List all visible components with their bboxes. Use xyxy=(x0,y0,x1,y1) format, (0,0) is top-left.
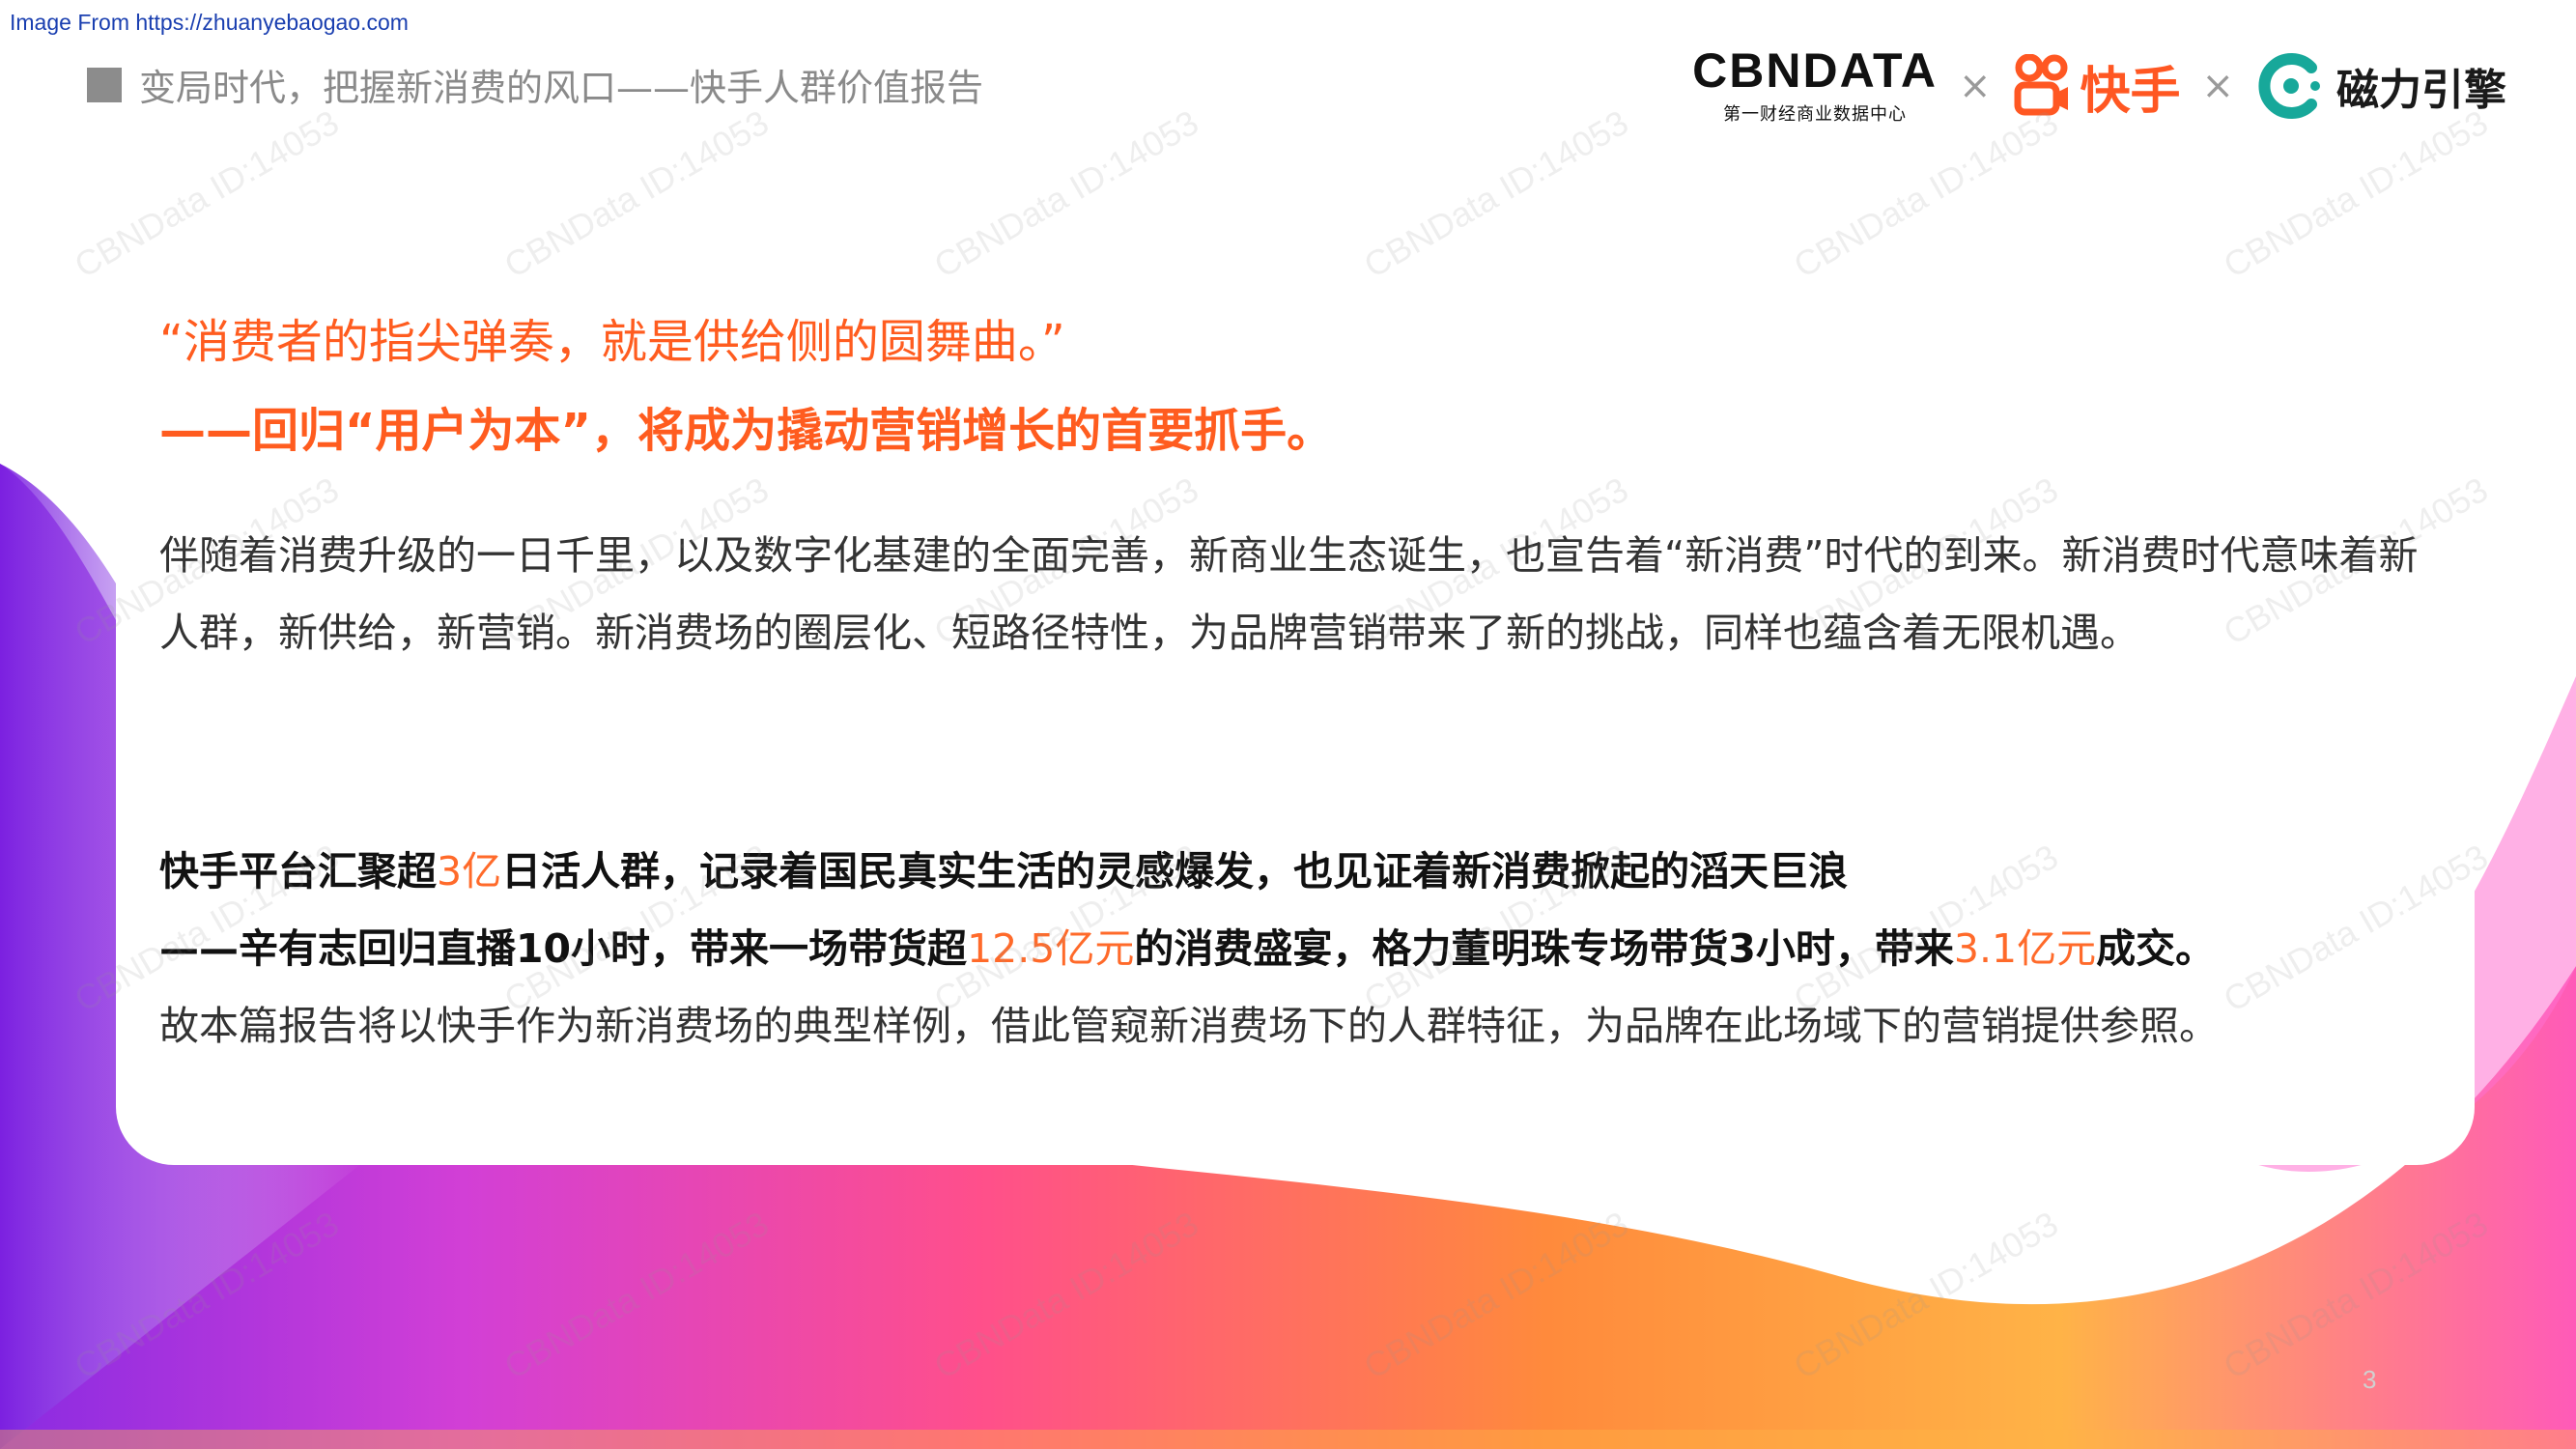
cili-ring-icon xyxy=(2258,53,2320,119)
highlight-text: 的消费盛宴，格力董明珠专场带货3小时，带来 xyxy=(1134,925,1954,972)
partner-logos: CBNDATA 第一财经商业数据中心 × 快手 × 磁力引擎 xyxy=(1692,46,2506,126)
highlight-text: 成交。 xyxy=(2096,925,2216,972)
highlight-line-1: 快手平台汇聚超3亿日活人群，记录着国民真实生活的灵感爆发，也见证着新消费掀起的滔… xyxy=(159,838,1848,896)
highlight-figure: 3亿 xyxy=(437,848,502,895)
kuaishou-camera-icon xyxy=(2014,54,2069,116)
times-icon: × xyxy=(2201,64,2234,108)
highlight-text: 日活人群，记录着国民真实生活的灵感爆发，也见证着新消费掀起的滔天巨浪 xyxy=(501,848,1849,895)
report-header: 变局时代，把握新消费的风口——快手人群价值报告 xyxy=(87,58,983,111)
quote-line-2: ——回归“用户为本”，将成为撬动营销增长的首要抓手。 xyxy=(159,404,1334,458)
highlight-text: ——辛有志回归直播10小时，带来一场带货超 xyxy=(159,925,968,972)
cbndata-wordmark: CBNDATA xyxy=(1692,43,1938,98)
header-square-icon xyxy=(87,67,122,102)
source-link[interactable]: Image From https://zhuanyebaogao.com xyxy=(10,10,409,36)
cbndata-subtitle: 第一财经商业数据中心 xyxy=(1723,104,1908,125)
report-title: 变局时代，把握新消费的风口——快手人群价值报告 xyxy=(139,67,984,109)
highlight-line-2: ——辛有志回归直播10小时，带来一场带货超12.5亿元的消费盛宴，格力董明珠专场… xyxy=(159,916,2215,974)
highlight-text: 快手平台汇聚超 xyxy=(159,848,437,895)
page-number: 3 xyxy=(2363,1365,2377,1394)
cili-wordmark: 磁力引擎 xyxy=(2336,66,2506,115)
kuaishou-wordmark: 快手 xyxy=(2080,62,2181,121)
times-icon: × xyxy=(1958,64,1992,108)
highlight-figure: 3.1亿元 xyxy=(1953,925,2097,972)
cbndata-logo: CBNDATA 第一财经商业数据中心 xyxy=(1692,46,1938,126)
quote-line-1: “消费者的指尖弹奏，就是供给侧的圆舞曲。” xyxy=(159,315,1065,369)
highlight-figure: 12.5亿元 xyxy=(967,925,1135,972)
kuaishou-logo: 快手 xyxy=(2012,50,2180,123)
intro-paragraph: 伴随着消费升级的一日千里，以及数字化基建的全面完善，新商业生态诞生，也宣告着“新… xyxy=(159,532,2419,656)
conclusion-line: 故本篇报告将以快手作为新消费场的典型样例，借此管窥新消费场下的人群特征，为品牌在… xyxy=(159,1003,2219,1049)
cili-logo: 磁力引擎 xyxy=(2255,50,2506,122)
